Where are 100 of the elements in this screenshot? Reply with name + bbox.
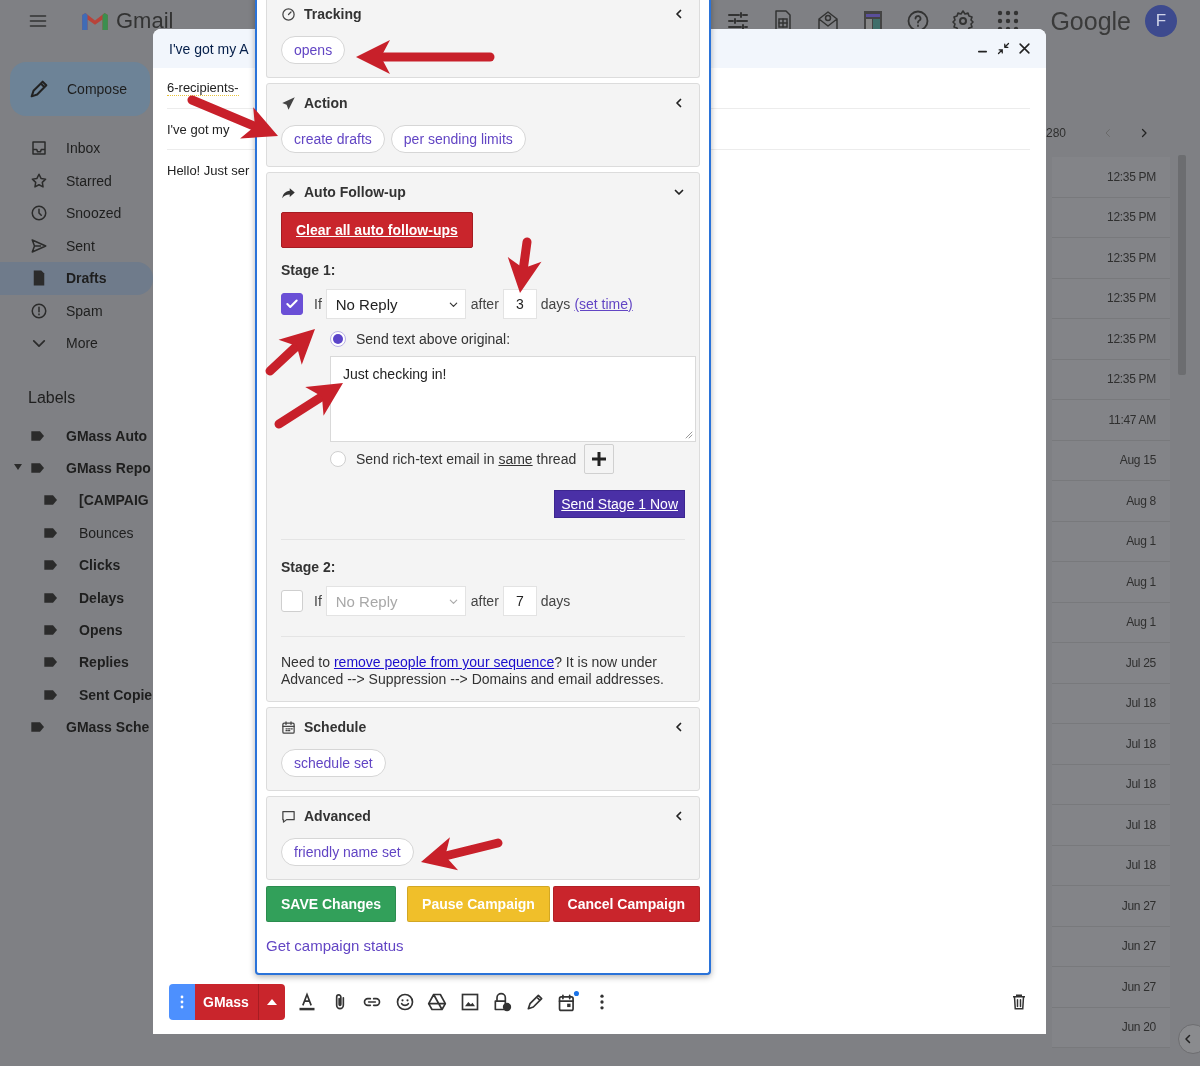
warning-icon: [30, 301, 48, 320]
checkmark-icon: [285, 297, 299, 311]
setting-chip[interactable]: create drafts: [281, 125, 385, 153]
section-title: Auto Follow-up: [304, 184, 406, 200]
star-icon: [30, 171, 48, 190]
compose-button[interactable]: Compose: [10, 62, 150, 116]
nav-item[interactable]: Spam: [0, 294, 153, 327]
email-date: 11:47 AM: [1108, 412, 1156, 427]
label-name[interactable]: Opens: [79, 622, 123, 639]
add-button[interactable]: [584, 444, 615, 474]
subject-field[interactable]: I've got my: [167, 121, 230, 137]
if-label: If: [314, 296, 322, 312]
option-label: Send rich-text email in same thread: [356, 451, 577, 467]
app-name: Gmail: [116, 8, 174, 34]
days-field[interactable]: 7: [502, 586, 537, 616]
nav-item[interactable]: More: [0, 327, 153, 360]
radio-button[interactable]: [330, 451, 346, 467]
cancel-button[interactable]: Cancel Campaign: [552, 886, 700, 922]
email-date: Jul 18: [1125, 817, 1156, 832]
speech-bubble-icon: [281, 808, 296, 824]
pointer-arrow: [507, 237, 542, 293]
nav-item[interactable]: Drafts: [0, 262, 153, 295]
smiley-icon[interactable]: [394, 992, 415, 1012]
email-date: 12:35 PM: [1107, 210, 1156, 225]
gauge-icon: [281, 6, 296, 22]
send-button[interactable]: GMass: [195, 984, 285, 1020]
section-title: Schedule: [304, 719, 367, 735]
image-icon[interactable]: [459, 992, 480, 1012]
label-name[interactable]: GMass Repo: [66, 460, 151, 477]
triangle-icon[interactable]: [427, 992, 448, 1012]
email-date: Jun 27: [1121, 898, 1156, 913]
email-date: Jun 27: [1121, 939, 1156, 954]
stage-checkbox[interactable]: [281, 293, 303, 315]
resize-handle-icon[interactable]: [685, 431, 693, 439]
sequence-link[interactable]: remove people from your sequence: [333, 654, 555, 670]
email-date: Aug 1: [1126, 534, 1156, 549]
email-date: Jul 18: [1125, 696, 1156, 711]
more-vertical-icon: [180, 995, 184, 1009]
label-name[interactable]: GMass Sche: [66, 719, 150, 736]
stage-title: Stage 2:: [281, 558, 337, 577]
set-time-link[interactable]: (set time): [574, 296, 633, 312]
email-date: Aug 1: [1126, 615, 1156, 630]
clear-follow-ups-button[interactable]: Clear all auto follow-ups: [281, 212, 473, 248]
save-button[interactable]: SAVE Changes: [266, 886, 397, 922]
email-date: Jul 18: [1125, 858, 1156, 873]
label-name[interactable]: [CAMPAIG: [79, 492, 149, 509]
email-date: Jul 18: [1125, 736, 1156, 751]
label-name[interactable]: Delays: [79, 589, 125, 606]
message-body[interactable]: Hello! Just ser: [167, 163, 250, 178]
nav-item[interactable]: Sent: [0, 229, 153, 262]
if-label: If: [314, 593, 322, 609]
clock-icon: [30, 204, 48, 223]
send-now-button[interactable]: Send Stage 1 Now: [554, 490, 685, 518]
window-title: I've got my A: [169, 40, 249, 57]
nav-item[interactable]: Starred: [0, 164, 153, 197]
labels-heading: Labels: [28, 387, 77, 408]
chevron-down-icon: [32, 338, 46, 348]
lock-clock-icon[interactable]: [492, 992, 513, 1012]
account-avatar[interactable]: F: [1145, 5, 1177, 37]
email-date: Aug 1: [1126, 574, 1156, 589]
close-icon[interactable]: [1017, 41, 1032, 56]
email-date: 12:35 PM: [1107, 291, 1156, 306]
send-icon: [30, 236, 48, 255]
exit-fullscreen-icon[interactable]: [996, 41, 1011, 56]
condition-select[interactable]: No Reply: [325, 289, 466, 319]
side-panel-toggle[interactable]: [1178, 1024, 1200, 1054]
email-date: 12:35 PM: [1107, 372, 1156, 387]
label-name[interactable]: Clicks: [79, 557, 121, 574]
pointer-arrow: [265, 329, 315, 376]
days-label: days: [540, 296, 571, 312]
campaign-status-link[interactable]: Get campaign status: [266, 937, 700, 954]
nav-item[interactable]: Inbox: [0, 132, 153, 165]
days-field[interactable]: 3: [502, 289, 537, 319]
text-format-icon[interactable]: [297, 992, 318, 1012]
option-label: Send text above original:: [356, 331, 511, 347]
email-date: Jun 27: [1121, 979, 1156, 994]
label-name[interactable]: Bounces: [79, 524, 134, 541]
label-name[interactable]: GMass Auto: [66, 427, 148, 444]
setting-chip[interactable]: per sending limits: [390, 125, 526, 153]
calendar-icon: [281, 719, 296, 735]
section-title: Action: [304, 95, 348, 111]
follow-up-text-area[interactable]: Just checking in!: [330, 356, 696, 442]
label-name[interactable]: Replies: [79, 654, 129, 671]
setting-chip[interactable]: friendly name set: [281, 838, 414, 866]
expand-caret-icon[interactable]: [14, 463, 22, 470]
condition-select[interactable]: No Reply: [325, 586, 466, 616]
recipients-field[interactable]: 6-recipients-: [167, 80, 239, 96]
after-label: after: [470, 593, 499, 609]
stage-title: Stage 1:: [281, 261, 337, 280]
label-name[interactable]: Sent Copie: [79, 686, 153, 703]
radio-button[interactable]: [330, 331, 346, 347]
setting-chip[interactable]: schedule set: [281, 749, 386, 777]
nav-item[interactable]: Snoozed: [0, 197, 153, 230]
pointer-arrow: [274, 383, 343, 429]
setting-chip[interactable]: opens: [281, 36, 346, 64]
inbox-icon: [30, 139, 48, 158]
trash-icon[interactable]: [1010, 993, 1028, 1011]
calendar-icon[interactable]: [557, 991, 580, 1013]
email-date: 12:35 PM: [1107, 250, 1156, 265]
caret-up-icon: [266, 999, 277, 1005]
